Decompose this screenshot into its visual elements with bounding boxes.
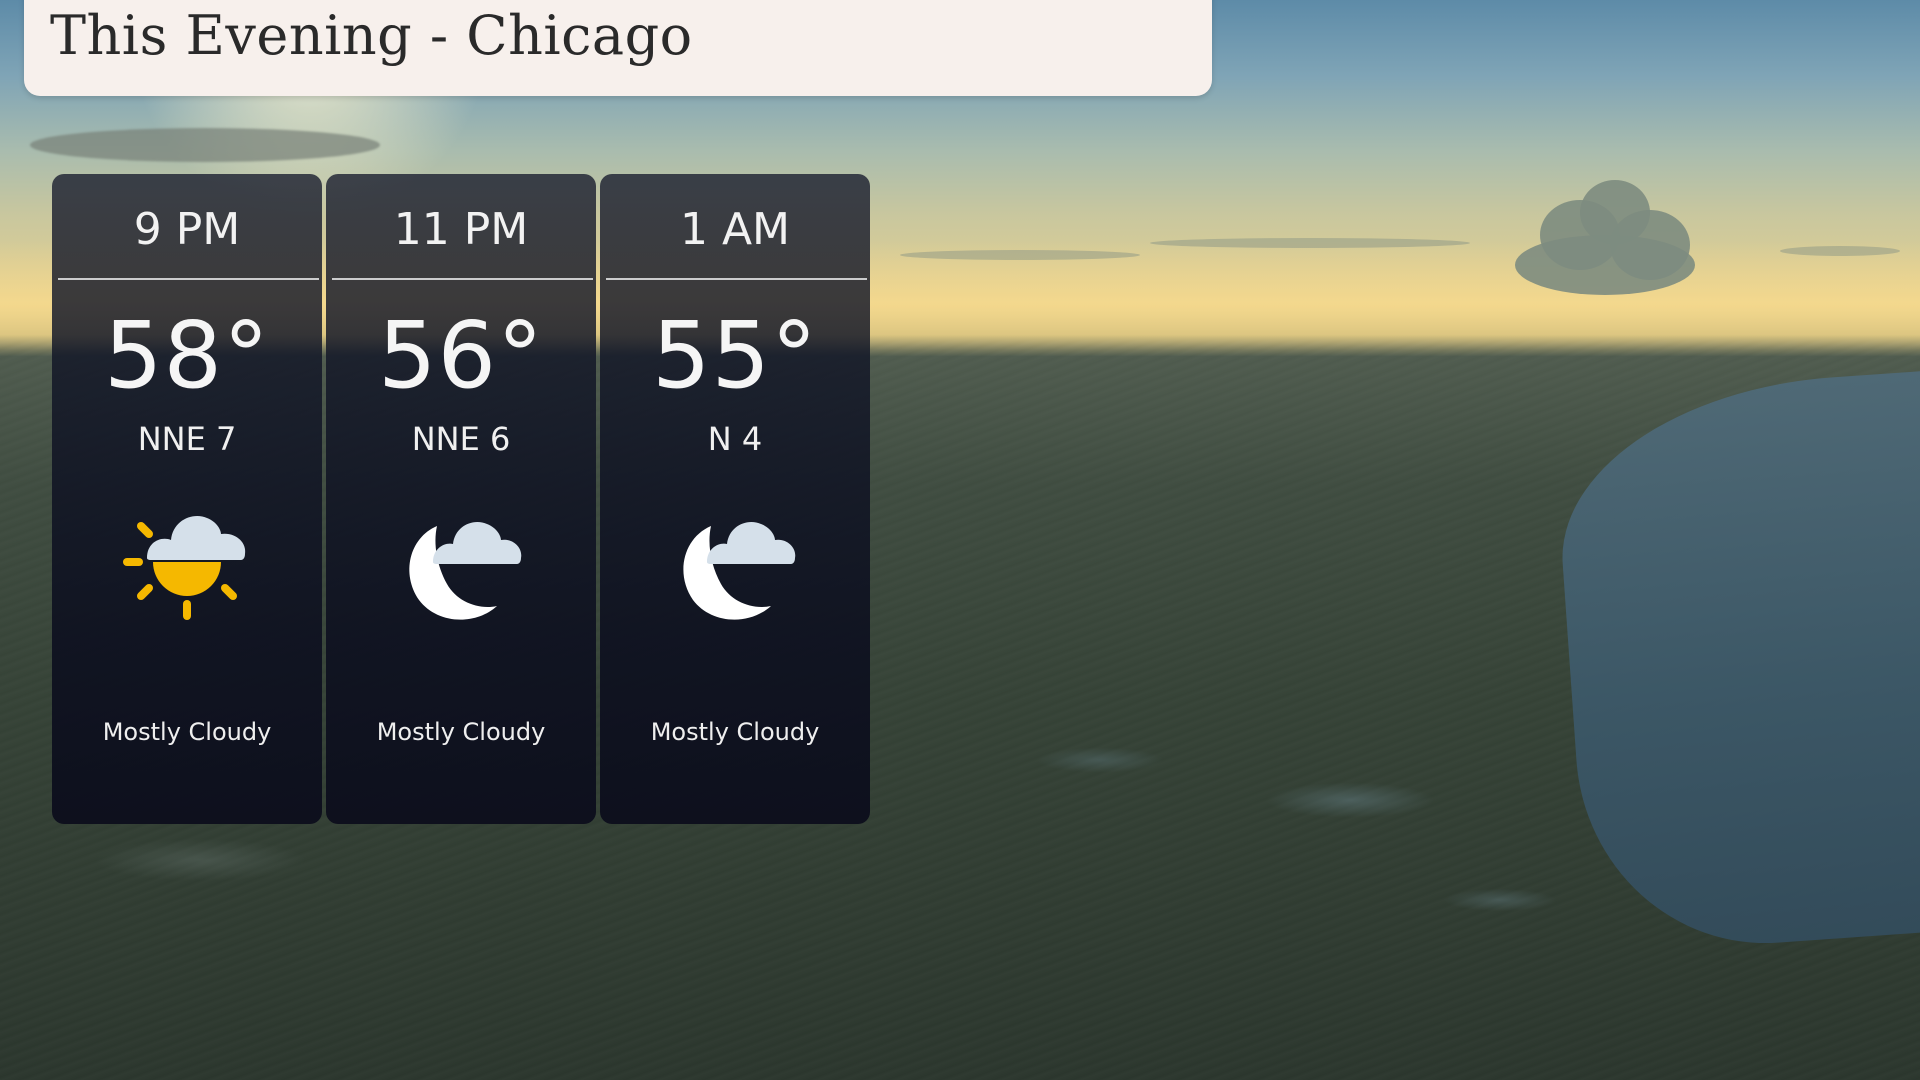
hourly-forecast: 9 PM 58° NNE 7 Mostly Cloudy 11 PM 56° N… <box>52 174 870 824</box>
forecast-card: 1 AM 55° N 4 Mostly Cloudy <box>600 174 870 824</box>
cumulus-cloud <box>1510 180 1700 305</box>
cloud-streak <box>900 250 1140 260</box>
forecast-time: 1 AM <box>679 204 791 255</box>
forecast-condition: Mostly Cloudy <box>102 718 272 746</box>
title-banner: This Evening - Chicago <box>24 0 1212 96</box>
forecast-wind: N 4 <box>707 420 763 458</box>
forecast-card: 9 PM 58° NNE 7 Mostly Cloudy <box>52 174 322 824</box>
forecast-condition: Mostly Cloudy <box>650 718 820 746</box>
partly-cloudy-day-icon <box>123 516 246 620</box>
divider <box>606 278 867 280</box>
page-title: This Evening - Chicago <box>50 4 693 67</box>
partly-cloudy-night-icon <box>409 522 522 620</box>
forecast-card: 11 PM 56° NNE 6 Mostly Cloudy <box>326 174 596 824</box>
forecast-wind: NNE 6 <box>411 420 511 458</box>
forecast-time: 9 PM <box>133 204 241 255</box>
forecast-temperature: 56° <box>377 302 545 409</box>
forecast-temperature: 55° <box>651 302 819 409</box>
forecast-condition: Mostly Cloudy <box>376 718 546 746</box>
forecast-temperature: 58° <box>103 302 271 409</box>
cloud-streak <box>1150 238 1470 248</box>
divider <box>332 278 593 280</box>
partly-cloudy-night-icon <box>683 522 796 620</box>
flat-cloud <box>30 128 380 162</box>
divider <box>58 278 319 280</box>
cloud-streak <box>1780 246 1900 256</box>
forecast-wind: NNE 7 <box>137 420 237 458</box>
forecast-time: 11 PM <box>393 204 529 255</box>
